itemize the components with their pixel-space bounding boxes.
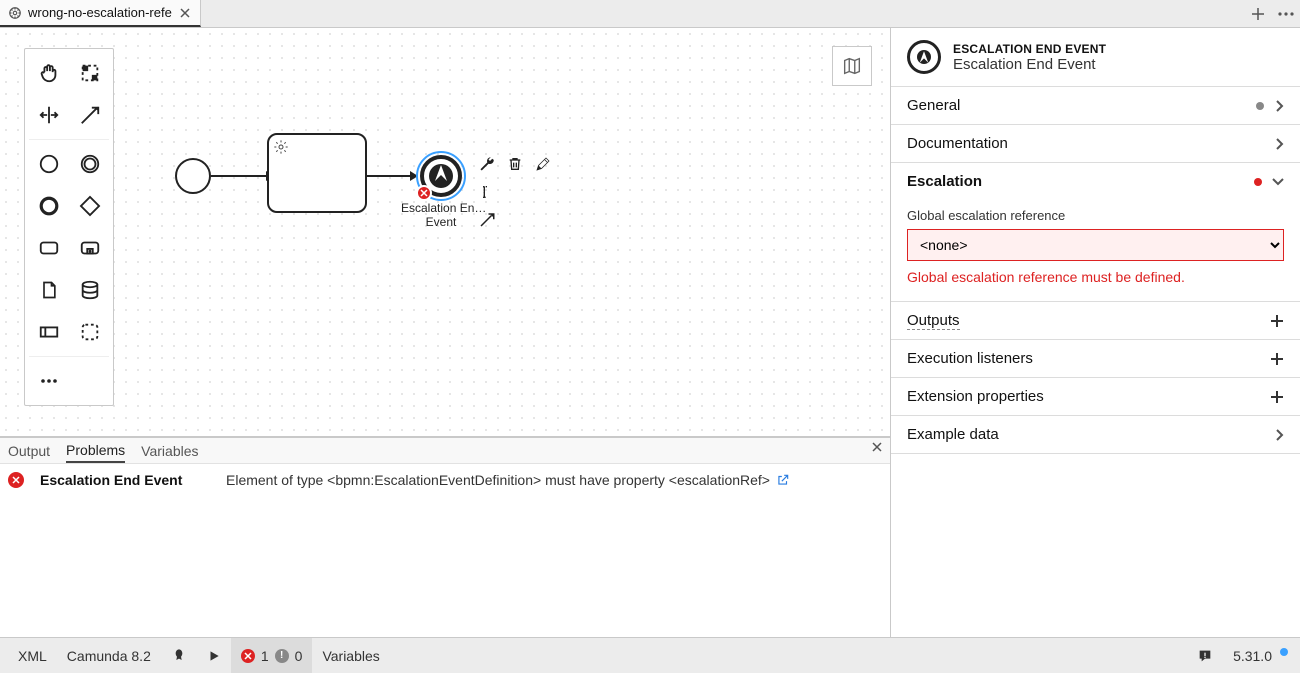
filled-indicator-icon bbox=[1256, 102, 1264, 110]
connect-icon[interactable] bbox=[475, 208, 499, 232]
start-instance-button[interactable] bbox=[197, 638, 231, 673]
sequence-flow[interactable] bbox=[367, 175, 417, 177]
problem-row[interactable]: Escalation End Event Element of type <bp… bbox=[8, 470, 882, 490]
section-label: Execution listeners bbox=[907, 350, 1033, 367]
element-type: ESCALATION END EVENT bbox=[953, 42, 1106, 56]
diagram-canvas[interactable]: Escalation En… Event bbox=[0, 28, 890, 437]
palette-more[interactable] bbox=[29, 361, 68, 401]
section-general[interactable]: General bbox=[891, 86, 1300, 124]
field-label: Global escalation reference bbox=[907, 208, 1284, 223]
error-icon bbox=[241, 649, 255, 663]
error-icon bbox=[8, 472, 24, 488]
create-gateway[interactable] bbox=[70, 186, 109, 226]
field-error-message: Global escalation reference must be defi… bbox=[907, 269, 1284, 285]
create-data-object[interactable] bbox=[29, 270, 68, 310]
section-label: Example data bbox=[907, 426, 999, 443]
section-extension-properties[interactable]: Extension properties bbox=[891, 377, 1300, 415]
warning-count: 0 bbox=[295, 648, 303, 664]
global-connect-tool[interactable] bbox=[70, 95, 109, 135]
create-end-event[interactable] bbox=[29, 186, 68, 226]
color-icon[interactable] bbox=[531, 152, 555, 176]
problem-message: Element of type <bpmn:EscalationEventDef… bbox=[226, 472, 770, 488]
section-label: Outputs bbox=[907, 312, 960, 330]
close-tab-button[interactable] bbox=[178, 6, 192, 20]
error-count: 1 bbox=[261, 648, 269, 664]
section-documentation[interactable]: Documentation bbox=[891, 124, 1300, 162]
annotation-icon[interactable] bbox=[475, 180, 499, 204]
tool-palette bbox=[24, 48, 114, 406]
sequence-flow[interactable] bbox=[211, 175, 273, 177]
section-label: Documentation bbox=[907, 135, 1008, 152]
error-indicator-icon bbox=[1254, 178, 1262, 186]
create-start-event[interactable] bbox=[29, 144, 68, 184]
create-pool[interactable] bbox=[29, 312, 68, 352]
chevron-right-icon bbox=[1274, 100, 1284, 112]
wrench-icon[interactable] bbox=[475, 152, 499, 176]
chevron-down-icon bbox=[1272, 178, 1284, 186]
close-panel-button[interactable] bbox=[872, 442, 882, 452]
deploy-button[interactable] bbox=[161, 638, 197, 673]
hand-tool[interactable] bbox=[29, 53, 68, 93]
plus-icon[interactable] bbox=[1270, 314, 1284, 328]
escalation-reference-select[interactable]: <none> bbox=[907, 229, 1284, 261]
context-pad bbox=[475, 152, 555, 232]
create-subprocess[interactable] bbox=[70, 228, 109, 268]
chevron-right-icon bbox=[1274, 138, 1284, 150]
start-event[interactable] bbox=[175, 158, 211, 194]
tab-output[interactable]: Output bbox=[8, 438, 50, 463]
editor-tab[interactable]: wrong-no-escalation-refe bbox=[0, 0, 201, 27]
chevron-right-icon bbox=[1274, 429, 1284, 441]
feedback-button[interactable] bbox=[1187, 638, 1223, 673]
section-label: Extension properties bbox=[907, 388, 1044, 405]
tab-variables[interactable]: Variables bbox=[141, 438, 198, 463]
create-intermediate-event[interactable] bbox=[70, 144, 109, 184]
xml-view-button[interactable]: XML bbox=[8, 638, 57, 673]
tab-problems[interactable]: Problems bbox=[66, 438, 125, 463]
section-example-data[interactable]: Example data bbox=[891, 415, 1300, 454]
engine-version[interactable]: Camunda 8.2 bbox=[57, 638, 161, 673]
create-data-store[interactable] bbox=[70, 270, 109, 310]
element-label[interactable]: Escalation En… Event bbox=[401, 201, 481, 229]
properties-panel: ESCALATION END EVENT Escalation End Even… bbox=[890, 28, 1300, 637]
create-group[interactable] bbox=[70, 312, 109, 352]
section-label: Escalation bbox=[907, 173, 982, 190]
plus-icon[interactable] bbox=[1270, 352, 1284, 366]
version-label[interactable]: 5.31.0 bbox=[1223, 638, 1292, 673]
section-escalation[interactable]: Escalation bbox=[891, 162, 1300, 200]
space-tool[interactable] bbox=[29, 95, 68, 135]
more-menu-button[interactable] bbox=[1272, 0, 1300, 27]
external-link-icon[interactable] bbox=[776, 473, 790, 487]
section-label: General bbox=[907, 97, 960, 114]
update-available-icon bbox=[1280, 648, 1288, 656]
status-bar: XML Camunda 8.2 1 ! 0 Variables 5.31.0 bbox=[0, 637, 1300, 673]
bpmn-file-icon bbox=[8, 6, 22, 20]
gear-icon bbox=[273, 139, 289, 155]
minimap-toggle[interactable] bbox=[832, 46, 872, 86]
plus-icon[interactable] bbox=[1270, 390, 1284, 404]
validation-error-badge[interactable] bbox=[416, 185, 432, 201]
variables-button[interactable]: Variables bbox=[312, 638, 389, 673]
section-outputs[interactable]: Outputs bbox=[891, 301, 1300, 339]
section-execution-listeners[interactable]: Execution listeners bbox=[891, 339, 1300, 377]
element-name: Escalation End Event bbox=[953, 56, 1106, 73]
escalation-end-event-icon bbox=[907, 40, 941, 74]
lasso-tool[interactable] bbox=[70, 53, 109, 93]
warning-icon: ! bbox=[275, 649, 289, 663]
tab-bar: wrong-no-escalation-refe bbox=[0, 0, 1300, 28]
bottom-panel-tabs: Output Problems Variables bbox=[0, 438, 890, 464]
escalation-end-event[interactable]: Escalation En… Event bbox=[420, 155, 462, 197]
problems-status[interactable]: 1 ! 0 bbox=[231, 638, 313, 673]
new-tab-button[interactable] bbox=[1244, 0, 1272, 27]
problem-element: Escalation End Event bbox=[40, 472, 210, 488]
tab-title: wrong-no-escalation-refe bbox=[28, 5, 172, 20]
bottom-panel: Output Problems Variables Escalation End… bbox=[0, 437, 890, 637]
properties-header: ESCALATION END EVENT Escalation End Even… bbox=[891, 28, 1300, 86]
create-task[interactable] bbox=[29, 228, 68, 268]
trash-icon[interactable] bbox=[503, 152, 527, 176]
escalation-body: Global escalation reference <none> Globa… bbox=[891, 200, 1300, 301]
escalation-icon bbox=[434, 165, 448, 181]
service-task[interactable] bbox=[267, 133, 367, 213]
